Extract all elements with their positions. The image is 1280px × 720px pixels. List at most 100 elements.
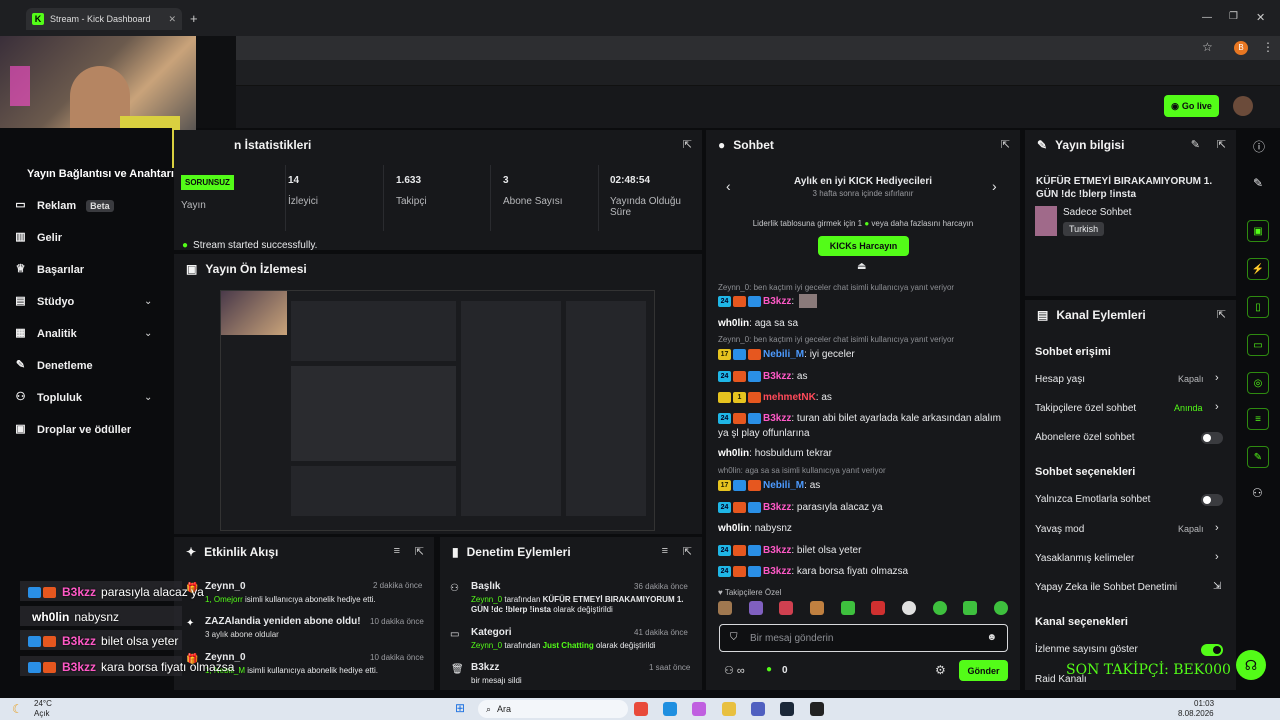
chat-message[interactable]: 24 B3kzz: as: [718, 369, 1008, 384]
subscribers-only-toggle[interactable]: [1201, 432, 1223, 444]
chat-icon[interactable]: ▭: [1247, 334, 1269, 356]
slow-mode-value[interactable]: Kapalı: [1178, 524, 1204, 534]
chevron-down-icon[interactable]: ⌄: [144, 328, 152, 339]
emoji-icon[interactable]: ☻: [986, 632, 997, 643]
send-button[interactable]: Gönder: [959, 660, 1008, 681]
edit-icon[interactable]: ✎: [1191, 138, 1200, 151]
sidebar-item-topluluk[interactable]: ⚇ Topluluk: [14, 391, 82, 404]
followers-only-chat-value[interactable]: Anında: [1174, 403, 1203, 413]
chat-input[interactable]: Bir mesaj gönderin: [750, 633, 833, 644]
chat-username[interactable]: B3kzz: [763, 545, 791, 556]
sidebar-item-reklam[interactable]: ▭ Reklam Beta: [14, 199, 114, 212]
chevron-right-icon[interactable]: ›: [1215, 522, 1219, 534]
info-icon[interactable]: ⓘ: [1253, 138, 1265, 155]
emote-icon[interactable]: [901, 601, 916, 615]
show-viewcount-toggle[interactable]: [1201, 644, 1223, 656]
stream-preview-video[interactable]: [220, 290, 655, 531]
sidebar-item-studyo[interactable]: ▤ Stüdyo: [14, 295, 74, 308]
chat-message[interactable]: wh0lin: nabysnz: [718, 521, 1008, 536]
copilot-icon[interactable]: [692, 702, 706, 716]
filter-icon[interactable]: ≡: [394, 545, 400, 557]
emote-icon[interactable]: [993, 601, 1008, 615]
pin-collapse-icon[interactable]: ⏏: [857, 261, 866, 272]
sidebar-item-denetleme[interactable]: ✎ Denetleme: [14, 359, 93, 372]
ai-moderation-label[interactable]: Yapay Zeka ile Sohbet Denetimi: [1035, 582, 1177, 593]
document-icon[interactable]: ▯: [1247, 296, 1269, 318]
chat-username[interactable]: wh0lin: [718, 448, 749, 459]
emote-icon[interactable]: [718, 601, 732, 615]
chrome-icon[interactable]: [634, 702, 648, 716]
sidebar-item-basarilar[interactable]: ♕ Başarılar: [14, 263, 85, 276]
window-close-icon[interactable]: ✕: [1256, 11, 1265, 24]
chat-message[interactable]: 24 B3kzz:: [718, 294, 1008, 309]
chat-username[interactable]: wh0lin: [718, 318, 749, 329]
expand-icon[interactable]: ⇱: [415, 545, 424, 558]
expand-icon[interactable]: ⇱: [1217, 308, 1226, 321]
chat-message[interactable]: 24 B3kzz: bilet olsa yeter: [718, 543, 1008, 558]
chat-username[interactable]: Nebili_M: [763, 480, 804, 491]
emote-icon[interactable]: [809, 601, 824, 615]
chat-username[interactable]: wh0lin: [718, 523, 749, 534]
chat-username[interactable]: Nebili_M: [763, 349, 804, 360]
banned-words-label[interactable]: Yasaklanmış kelimeler: [1035, 553, 1134, 564]
chat-message[interactable]: wh0lin: hosbuldum tekrar: [718, 446, 1008, 461]
chat-input-box[interactable]: ⛉ Bir mesaj gönderin ☻: [719, 624, 1008, 652]
emote-icon[interactable]: [932, 601, 947, 615]
sidebar-stream-key-title[interactable]: Yayın Bağlantısı ve Anahtarı: [27, 168, 174, 180]
expand-icon[interactable]: ⇱: [683, 545, 692, 558]
gear-icon[interactable]: ⚙: [935, 663, 946, 677]
sidebar-item-analitik[interactable]: ▦ Analitik: [14, 327, 76, 340]
windows-start-icon[interactable]: ⊞: [455, 701, 465, 715]
account-age-value[interactable]: Kapalı: [1178, 374, 1204, 384]
chat-message[interactable]: 17 Nebili_M: iyi geceler: [718, 347, 1008, 362]
filter-icon[interactable]: ≡: [662, 545, 668, 557]
obs-icon[interactable]: [810, 702, 824, 716]
chevron-left-icon[interactable]: ‹: [726, 178, 731, 194]
steam-icon[interactable]: [780, 702, 794, 716]
close-tab-icon[interactable]: ✕: [168, 14, 176, 25]
emote-icon[interactable]: [963, 601, 978, 615]
community-icon[interactable]: ⚇: [1252, 486, 1263, 500]
focus-icon[interactable]: ▣: [1247, 220, 1269, 242]
expand-icon[interactable]: ⇱: [683, 138, 692, 151]
browser-menu-icon[interactable]: ⋮: [1262, 40, 1274, 54]
teams-icon[interactable]: [751, 702, 765, 716]
folder-icon[interactable]: [722, 702, 736, 716]
community-icon[interactable]: ⚇ ∞: [724, 664, 745, 677]
chat-username[interactable]: mehmetNK: [763, 392, 816, 403]
chat-username[interactable]: B3kzz: [763, 566, 791, 577]
emote-icon[interactable]: [871, 601, 886, 615]
chat-message[interactable]: wh0lin: aga sa sa: [718, 316, 1008, 331]
chat-username[interactable]: B3kzz: [763, 502, 791, 513]
chevron-down-icon[interactable]: ⌄: [144, 392, 152, 403]
edge-icon[interactable]: [663, 702, 677, 716]
pencil-icon[interactable]: ✎: [1253, 176, 1263, 190]
chat-username[interactable]: B3kzz: [763, 413, 791, 424]
expand-icon[interactable]: ⇱: [1001, 138, 1010, 151]
spend-kicks-button[interactable]: KICKs Harcayın: [818, 236, 909, 256]
profile-avatar[interactable]: B: [1234, 41, 1248, 55]
maximize-icon[interactable]: ❐: [1229, 11, 1238, 22]
chat-username[interactable]: B3kzz: [763, 296, 791, 307]
emote-icon[interactable]: [840, 601, 855, 615]
chevron-down-icon[interactable]: ⌄: [144, 296, 152, 307]
taskbar-search[interactable]: ⌕ Ara: [478, 700, 628, 718]
chevron-right-icon[interactable]: ›: [1215, 401, 1219, 413]
emote-only-toggle[interactable]: [1201, 494, 1223, 506]
browser-tab[interactable]: K Stream - Kick Dashboard ✕: [26, 8, 182, 30]
lightning-icon[interactable]: ⚡: [1247, 258, 1269, 280]
new-tab-button[interactable]: +: [190, 11, 198, 26]
chat-message[interactable]: 1 mehmetNK: as: [718, 390, 1008, 405]
list-icon[interactable]: ≡: [1247, 408, 1269, 430]
chat-message[interactable]: 24 B3kzz: kara borsa fiyatı olmazsa: [718, 564, 1008, 579]
emote-icon[interactable]: [748, 601, 763, 615]
external-link-icon[interactable]: ⇲: [1213, 581, 1221, 592]
chat-message[interactable]: 24 B3kzz: parasıyla alacaz ya: [718, 500, 1008, 515]
user-avatar[interactable]: [1233, 96, 1253, 116]
minimize-icon[interactable]: —: [1202, 12, 1212, 23]
chat-username[interactable]: B3kzz: [763, 371, 791, 382]
expand-icon[interactable]: ⇱: [1217, 138, 1226, 151]
chat-message[interactable]: 24 B3kzz: turan abi bilet ayarlada kale a…: [718, 411, 1008, 441]
chat-message[interactable]: 17 Nebili_M: as: [718, 478, 1008, 493]
chevron-right-icon[interactable]: ›: [992, 178, 997, 194]
